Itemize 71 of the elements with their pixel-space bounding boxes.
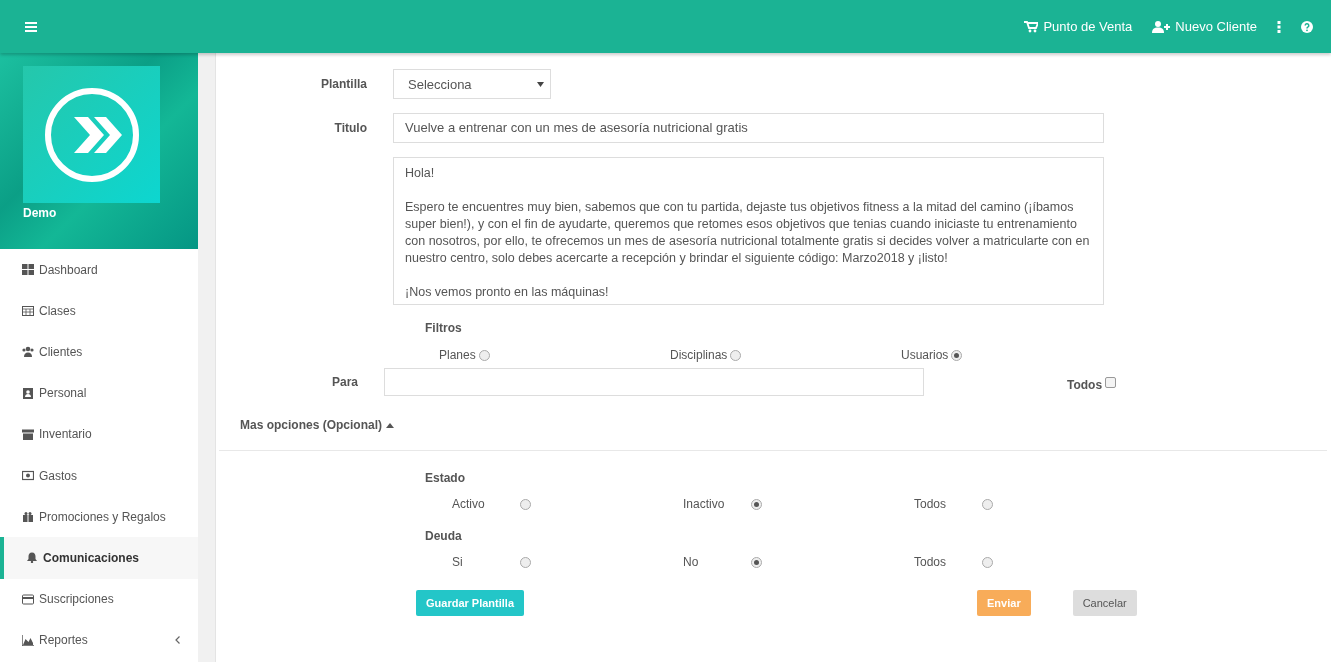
sidebar-item-label: Suscripciones — [39, 592, 114, 607]
bell-icon — [26, 552, 38, 564]
message-field[interactable]: Hola! Espero te encuentres muy bien, sabemos que con tu partida, dejaste tus objetivos fitness a la mitad del camino (¡íbamos super bien!), y con el fin de ayudarte, queremos que retomes esos objetivos que tenias cuando iniciaste tu entrenamiento con nosotros, por ello, te ofrecemos un mes de asesoría nutricional totalmente gratis si decides volver a matricularte con en nuestro centro, solo debes acercarte a recepción y brindar el siguiente código: Marzo2018 y ¡listo! ¡Nos vemos pronto en las máquinas! — [393, 157, 1104, 305]
option-label: Disciplinas — [670, 348, 728, 362]
radio-button[interactable] — [751, 498, 762, 510]
contact-icon — [22, 387, 34, 399]
cart-icon — [1024, 20, 1039, 33]
section-label: Filtros — [425, 321, 463, 335]
sidebar-item[interactable]: Reportes — [0, 619, 198, 661]
menu-icon[interactable] — [25, 21, 37, 32]
field-label: Para — [330, 375, 359, 389]
option-label: Todos — [914, 497, 948, 511]
chart-icon — [22, 634, 34, 646]
gift-icon — [22, 511, 34, 523]
checkbox-label: Todos — [1067, 378, 1103, 392]
checkbox[interactable] — [1105, 376, 1117, 388]
sidebar-item-label: Promociones y Regalos — [39, 509, 166, 524]
option-label: Si — [452, 555, 464, 569]
sidebar-item[interactable]: Comunicaciones — [0, 537, 198, 579]
sidebar-item[interactable]: Gastos — [0, 454, 198, 497]
radio-button[interactable] — [982, 556, 993, 568]
option-label: Inactivo — [683, 497, 726, 511]
archive-icon — [22, 428, 34, 440]
sidebar-item-label: Personal — [39, 386, 87, 401]
sidebar-item[interactable]: Suscripciones — [0, 578, 198, 620]
sidebar-item[interactable]: Dashboard — [0, 249, 198, 291]
dropdown-caret-icon — [537, 81, 544, 87]
card-icon — [22, 593, 34, 605]
recipient-field[interactable] — [384, 368, 924, 396]
calendar-icon — [22, 305, 34, 317]
sidebar-item[interactable]: Promociones y Regalos — [0, 496, 198, 538]
option-label: No — [683, 555, 700, 569]
help-icon[interactable] — [1301, 20, 1313, 33]
sidebar-item-label: Gastos — [39, 468, 77, 483]
sidebar-item[interactable]: Personal — [0, 372, 198, 414]
money-icon — [22, 470, 34, 482]
field-label: Plantilla — [320, 76, 368, 91]
users-icon — [22, 346, 34, 358]
sidebar-item-label: Inventario — [39, 427, 92, 442]
option-label: Usuarios — [901, 348, 949, 362]
sidebar-item-label: Clases — [39, 303, 76, 318]
sidebar-item-label: Dashboard — [39, 262, 98, 277]
option-label: Todos — [914, 555, 948, 569]
sidebar-item-label: Clientes — [39, 344, 83, 359]
section-label: Deuda — [425, 529, 463, 543]
radio-button[interactable] — [520, 556, 531, 568]
sidebar-item[interactable]: Clientes — [0, 331, 198, 373]
field-label: Titulo — [333, 120, 368, 135]
sidebar-item-label: Reportes — [39, 633, 88, 648]
grid-icon — [22, 264, 34, 276]
radio-button[interactable] — [478, 349, 490, 361]
template-select[interactable]: Selecciona — [393, 69, 551, 99]
sidebar-item[interactable]: Clases — [0, 290, 198, 332]
option-label: Planes — [439, 348, 476, 362]
sidebar-item-label: Comunicaciones — [43, 550, 140, 565]
more-options-toggle[interactable]: Mas opciones (Opcional) — [240, 418, 395, 432]
cancel-button[interactable]: Cancelar — [1072, 590, 1137, 616]
logo-icon — [23, 66, 160, 203]
more-options-icon[interactable] — [1277, 20, 1281, 33]
title-field[interactable]: Vuelve a entrenar con un mes de asesoría nutricional gratis — [393, 113, 1104, 143]
section-label: Estado — [425, 471, 466, 485]
radio-button[interactable] — [951, 349, 963, 361]
add-user-icon — [1152, 20, 1171, 33]
sidebar-item[interactable]: Inventario — [0, 413, 198, 455]
radio-button[interactable] — [751, 556, 762, 568]
radio-button[interactable] — [982, 498, 993, 510]
option-label: Activo — [452, 497, 486, 511]
account-name: Demo — [23, 206, 58, 220]
radio-button[interactable] — [730, 349, 742, 361]
radio-button[interactable] — [520, 498, 531, 510]
chevron-left-icon — [175, 636, 180, 645]
